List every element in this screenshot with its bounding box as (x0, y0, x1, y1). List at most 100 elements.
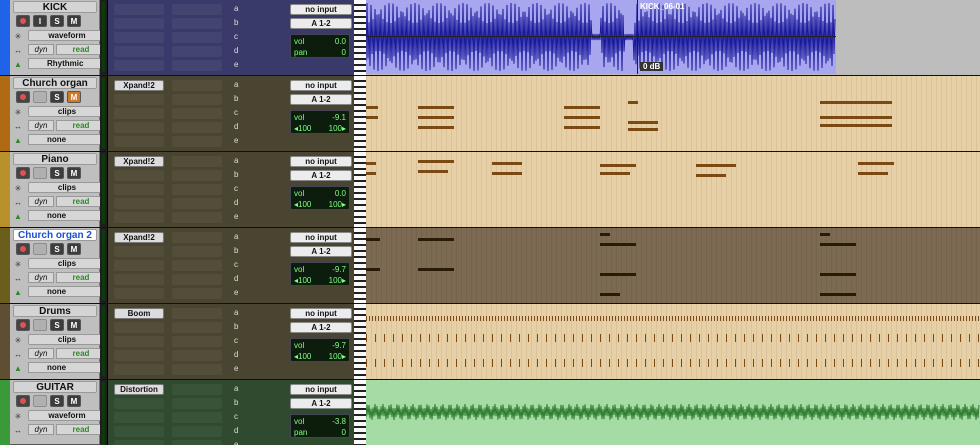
send-slot-label[interactable]: e (234, 364, 238, 373)
group-selector[interactable]: Rhythmic (28, 58, 106, 69)
output-selector[interactable]: A 1-2 (290, 18, 352, 29)
track-playlist-lane[interactable] (366, 76, 980, 152)
track-color-bar[interactable] (0, 76, 10, 152)
clip-name[interactable]: KICK_06-01 (640, 2, 684, 11)
input-monitor-button[interactable]: I (33, 15, 47, 27)
track-view-selector[interactable]: clips (28, 258, 106, 269)
input-selector[interactable]: no input (290, 384, 352, 395)
mute-button[interactable]: M (67, 395, 81, 407)
track-color-bar[interactable] (0, 304, 10, 380)
solo-button[interactable]: S (50, 91, 64, 103)
send-slot-label[interactable]: d (234, 274, 238, 283)
track-name[interactable]: GUITAR (13, 381, 97, 393)
send-slot-label[interactable]: c (234, 336, 238, 345)
pan-left-value[interactable]: ◂100 (294, 275, 311, 286)
dyn-button[interactable]: dyn (28, 44, 54, 55)
volume-value[interactable]: -9.7 (332, 340, 346, 351)
playlist-icon[interactable]: ↔ (13, 274, 23, 283)
insert-slot[interactable] (172, 260, 222, 271)
elastic-audio-icon[interactable]: ✳ (13, 336, 23, 345)
insert-plugin[interactable]: Xpand!2 (114, 156, 164, 167)
playlist-icon[interactable]: ↔ (13, 198, 23, 207)
volume-pan-display[interactable]: vol 0.0 pan 0 (290, 34, 350, 58)
send-slot-label[interactable]: c (234, 108, 238, 117)
track-view-selector[interactable]: clips (28, 182, 106, 193)
output-selector[interactable]: A 1-2 (290, 94, 352, 105)
insert-slot[interactable] (114, 288, 164, 299)
track-color-bar[interactable] (0, 152, 10, 228)
track-name[interactable]: Piano (13, 153, 97, 165)
send-slot-label[interactable]: b (234, 94, 238, 103)
insert-slot[interactable] (114, 274, 164, 285)
insert-slot[interactable] (114, 184, 164, 195)
track-name[interactable]: Church organ 2 (13, 229, 97, 241)
insert-slot[interactable] (114, 412, 164, 423)
insert-slot[interactable] (172, 426, 222, 437)
volume-value[interactable]: 0.0 (335, 36, 346, 47)
insert-slot[interactable] (114, 170, 164, 181)
input-selector[interactable]: no input (290, 232, 352, 243)
record-enable-button[interactable] (16, 243, 30, 255)
insert-slot[interactable] (172, 440, 222, 445)
insert-slot[interactable] (114, 46, 164, 57)
insert-plugin[interactable]: Xpand!2 (114, 232, 164, 243)
send-slot-label[interactable]: b (234, 170, 238, 179)
track-playlist-lane[interactable]: KICK_06-01 0 dB (366, 0, 980, 76)
volume-value[interactable]: 0.0 (335, 188, 346, 199)
send-slot-label[interactable]: e (234, 440, 238, 445)
insert-slot[interactable] (114, 426, 164, 437)
send-slot-label[interactable]: b (234, 322, 238, 331)
send-slot-label[interactable]: a (234, 80, 238, 89)
send-slot-label[interactable]: a (234, 156, 238, 165)
send-slot-label[interactable]: c (234, 260, 238, 269)
track-name[interactable]: KICK (13, 1, 97, 13)
mute-button[interactable]: M (67, 15, 81, 27)
dyn-button[interactable]: dyn (28, 196, 54, 207)
insert-plugin[interactable]: Xpand!2 (114, 80, 164, 91)
input-monitor-button[interactable] (33, 319, 47, 331)
insert-slot[interactable] (172, 198, 222, 209)
insert-slot[interactable] (114, 94, 164, 105)
insert-slot[interactable] (114, 32, 164, 43)
insert-slot[interactable] (114, 4, 164, 15)
track-view-selector[interactable]: waveform (28, 30, 106, 41)
input-monitor-button[interactable] (33, 91, 47, 103)
insert-slot[interactable] (172, 212, 222, 223)
insert-slot[interactable] (114, 108, 164, 119)
output-selector[interactable]: A 1-2 (290, 170, 352, 181)
send-slot-label[interactable]: a (234, 232, 238, 241)
insert-slot[interactable] (114, 136, 164, 147)
elastic-audio-icon[interactable]: ✳ (13, 412, 23, 421)
record-enable-button[interactable] (16, 319, 30, 331)
insert-slot[interactable] (172, 384, 222, 395)
track-name[interactable]: Drums (13, 305, 97, 317)
insert-slot[interactable] (172, 18, 222, 29)
pan-right-value[interactable]: 100▸ (329, 199, 346, 210)
dyn-button[interactable]: dyn (28, 348, 54, 359)
pan-right-value[interactable]: 100▸ (329, 123, 346, 134)
playlist-icon[interactable]: ↔ (13, 46, 23, 55)
insert-slot[interactable] (114, 198, 164, 209)
send-slot-label[interactable]: b (234, 18, 238, 27)
solo-button[interactable]: S (50, 243, 64, 255)
midi-keyboard[interactable] (354, 380, 366, 445)
solo-button[interactable]: S (50, 319, 64, 331)
automation-mode-selector[interactable]: read (56, 424, 106, 435)
send-slot-label[interactable]: d (234, 198, 238, 207)
input-selector[interactable]: no input (290, 308, 352, 319)
clip-gain[interactable]: 0 dB (640, 62, 664, 71)
group-selector[interactable]: none (28, 134, 106, 145)
insert-slot[interactable] (114, 364, 164, 375)
midi-keyboard[interactable] (354, 76, 366, 152)
pan-left-value[interactable]: ◂100 (294, 199, 311, 210)
send-slot-label[interactable]: c (234, 32, 238, 41)
insert-slot[interactable] (114, 398, 164, 409)
track-playlist-lane[interactable] (366, 304, 980, 380)
automation-mode-selector[interactable]: read (56, 272, 106, 283)
insert-slot[interactable] (172, 60, 222, 71)
insert-plugin[interactable]: Distortion (114, 384, 164, 395)
playlist-icon[interactable]: ↔ (13, 426, 23, 435)
volume-pan-display[interactable]: vol -9.7 ◂100 100▸ (290, 262, 350, 286)
insert-slot[interactable] (172, 136, 222, 147)
solo-button[interactable]: S (50, 167, 64, 179)
